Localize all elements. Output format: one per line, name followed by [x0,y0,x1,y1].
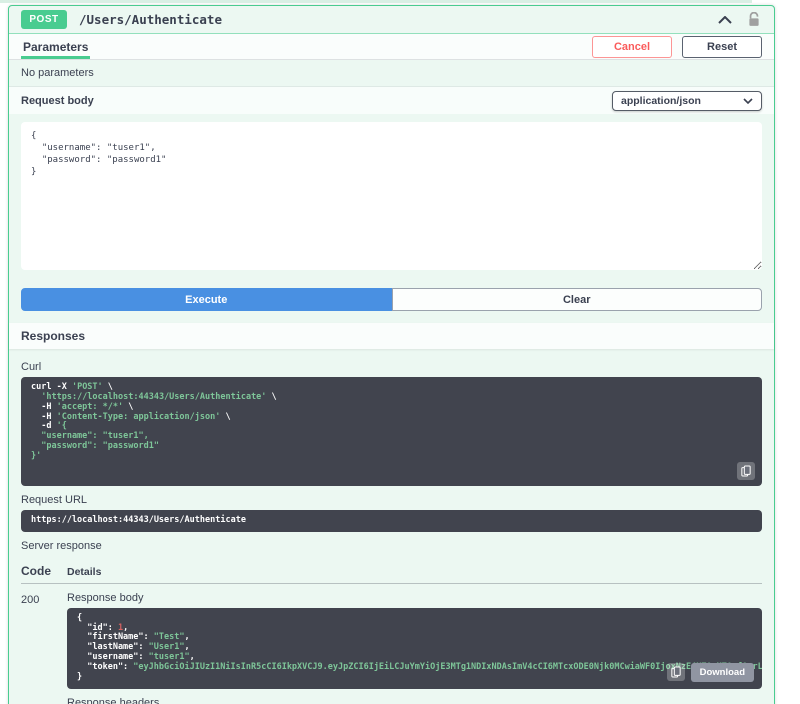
clipboard-icon [670,666,681,678]
server-response-row: 200 Response body { "id": 1, "firstName"… [21,584,762,704]
download-button[interactable]: Download [690,662,754,682]
unlock-icon [749,12,759,26]
copy-curl-button[interactable] [737,461,755,480]
operation-tabbar: Parameters Cancel Reset [9,34,774,60]
clear-button[interactable]: Clear [391,288,762,311]
response-body-block: { "id": 1, "firstName": "Test", "lastNam… [67,607,762,689]
code-line: { [77,612,83,623]
request-url-label: Request URL [21,493,88,506]
request-body-area: { "username": "tuser1", "password": "pas… [9,114,774,280]
chevron-up-icon [718,15,732,24]
previous-block-edge [0,0,752,3]
clipboard-icon [741,465,751,477]
server-response-label: Server response [21,539,102,552]
responses-section-header: Responses [9,323,774,349]
curl-command-text: curl -X 'POST' \ 'https://localhost:4434… [31,382,752,462]
endpoint-path: /Users/Authenticate [79,12,222,27]
code-line: } [77,671,83,682]
content-type-value: application/json [621,94,701,107]
collapse-button[interactable] [716,14,734,26]
opblock-summary[interactable]: POST /Users/Authenticate [9,6,774,34]
code-line: 'https://localhost:44343/Users/Authentic… [41,391,277,402]
request-url-value: https://localhost:44343/Users/Authentica… [21,509,762,532]
code-line: "password": "password1" [31,441,159,452]
code-line: "token": "eyJhbGciOiJIUzI1NiIsInR5cCI6Ik… [77,662,762,673]
details-column-header: Details [67,565,102,578]
response-headers-label: Response headers [67,696,160,704]
copy-response-button[interactable] [666,663,685,682]
tab-parameters[interactable]: Parameters [21,34,91,59]
content-type-select[interactable]: application/json [612,90,762,111]
code-line: -H 'Content-Type: application/json' \ [31,411,231,422]
no-parameters-message: No parameters [9,60,774,87]
method-badge: POST [21,10,67,29]
execute-button[interactable]: Execute [21,288,392,311]
response-body-label: Response body [67,591,144,604]
server-response-table-header: Code Details [21,556,762,584]
request-body-editor[interactable]: { "username": "tuser1", "password": "pas… [21,122,762,270]
opblock-post-users-authenticate: POST /Users/Authenticate Parameters Canc… [8,5,775,704]
responses-inner: Curl curl -X 'POST' \ 'https://localhost… [9,349,774,704]
response-details: Response body { "id": 1, "firstName": "T… [67,592,762,704]
authorize-lock-button[interactable] [746,10,762,29]
response-body-actions: Download [666,662,754,682]
request-body-header: Request body application/json [9,87,774,114]
chevron-down-icon [743,97,753,104]
code-line: }' [31,451,42,462]
execute-row: Execute Clear [9,280,774,323]
request-body-label: Request body [21,94,94,107]
swagger-try-it-out-page: POST /Users/Authenticate Parameters Canc… [0,0,800,704]
reset-button[interactable]: Reset [682,35,762,58]
response-body-text: { "id": 1, "firstName": "Test", "lastNam… [77,612,762,683]
code-column-header: Code [21,563,51,578]
curl-label: Curl [21,361,42,373]
cancel-button[interactable]: Cancel [592,35,672,58]
curl-command-block: curl -X 'POST' \ 'https://localhost:4434… [21,377,762,486]
responses-section-title: Responses [21,329,86,343]
status-code: 200 [21,593,40,606]
